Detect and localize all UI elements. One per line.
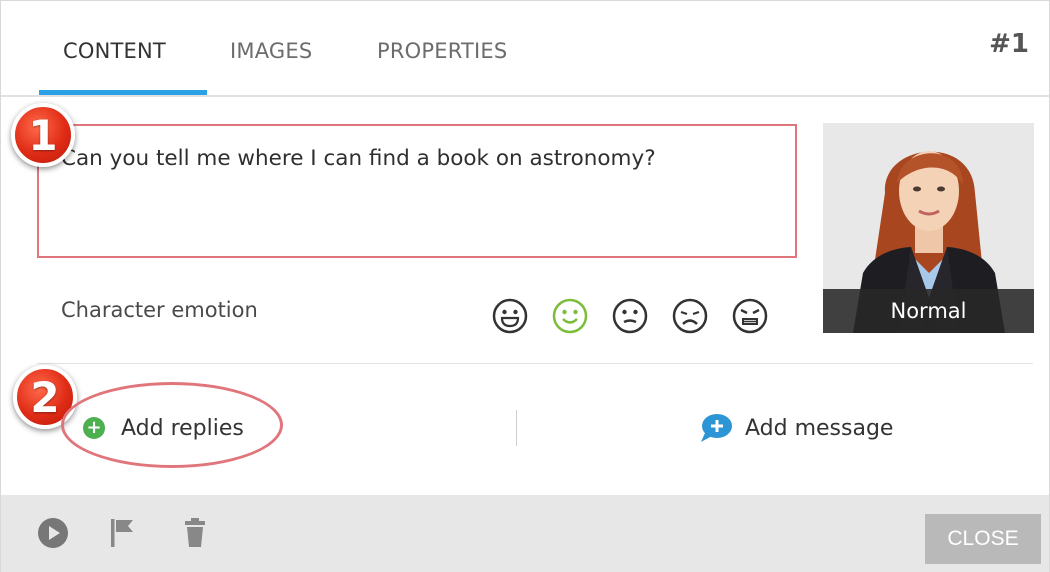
tab-content[interactable]: CONTENT xyxy=(63,39,166,63)
section-divider xyxy=(37,363,1033,364)
character-emotion-label: Character emotion xyxy=(61,298,258,322)
flag-icon[interactable] xyxy=(105,515,141,551)
tab-images[interactable]: IMAGES xyxy=(230,39,312,63)
add-message-button[interactable]: Add message xyxy=(699,411,893,445)
play-icon[interactable] xyxy=(35,515,71,551)
footer-toolbar: CLOSE xyxy=(1,495,1049,572)
slide-editor-panel: CONTENT IMAGES PROPERTIES #1 Can you tel… xyxy=(0,0,1050,572)
step-badge-1: 1 xyxy=(11,103,75,167)
neutral-emotion-icon[interactable] xyxy=(611,297,649,335)
happy-emotion-icon[interactable] xyxy=(491,297,529,335)
scene-number: #1 xyxy=(989,29,1029,59)
close-button[interactable]: CLOSE xyxy=(925,514,1041,564)
character-portrait[interactable]: Normal xyxy=(823,123,1034,333)
plus-icon: + xyxy=(83,417,105,439)
message-text: Can you tell me where I can find a book … xyxy=(61,146,656,171)
tab-properties[interactable]: PROPERTIES xyxy=(377,39,507,63)
active-tab-indicator xyxy=(39,90,207,95)
normal-emotion-icon[interactable] xyxy=(551,297,589,335)
sad-emotion-icon[interactable] xyxy=(671,297,709,335)
tab-bar: CONTENT IMAGES PROPERTIES #1 xyxy=(1,1,1049,97)
add-message-label: Add message xyxy=(745,415,894,441)
message-input[interactable]: Can you tell me where I can find a book … xyxy=(37,124,797,258)
add-replies-label: Add replies xyxy=(121,415,244,441)
trash-icon[interactable] xyxy=(177,515,213,551)
action-divider xyxy=(516,410,517,446)
angry-emotion-icon[interactable] xyxy=(731,297,769,335)
message-bubble-icon xyxy=(701,414,732,442)
add-replies-button[interactable]: + Add replies xyxy=(83,411,244,445)
portrait-emotion-label: Normal xyxy=(890,299,967,323)
